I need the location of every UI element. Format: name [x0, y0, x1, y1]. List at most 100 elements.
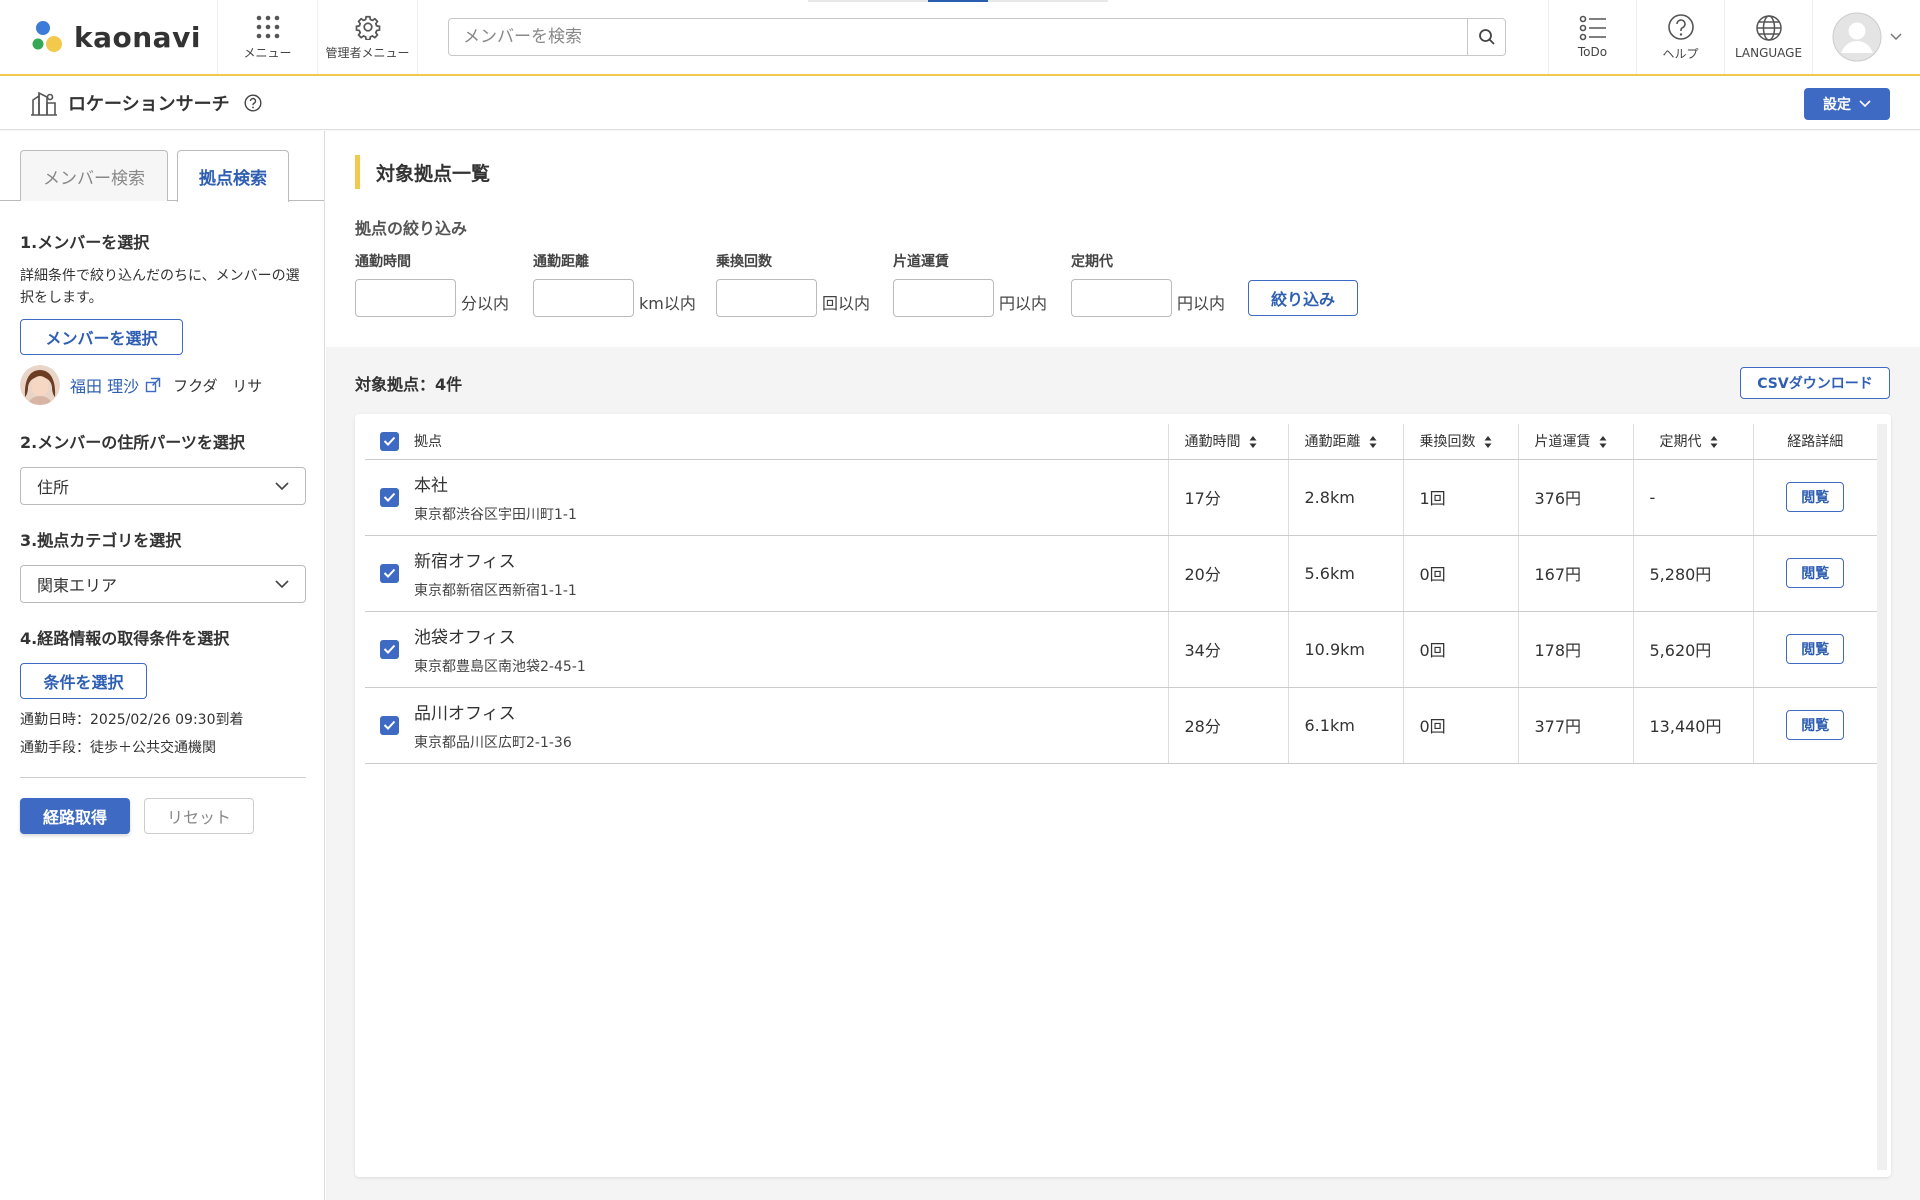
select-member-button[interactable]: メンバーを選択: [20, 319, 183, 355]
header-label: 経路詳細: [1787, 434, 1844, 451]
help-icon[interactable]: [244, 93, 262, 112]
table-row: 新宿オフィス 東京都新宿区西新宿1-1-1 20分 5.6km 0回 167円 …: [365, 535, 1877, 612]
cell-one-way-fare: 167円: [1517, 535, 1633, 612]
header-one-way-fare[interactable]: 片道運賃: [1517, 424, 1633, 460]
header-base: 拠点: [365, 424, 1168, 460]
check-icon: [383, 644, 396, 654]
row-checkbox[interactable]: [380, 715, 399, 735]
help-circle-icon: [1667, 13, 1694, 40]
brand-name: kaonavi: [74, 20, 201, 54]
filter-button[interactable]: 絞り込み: [1248, 280, 1358, 316]
chevron-down-icon: [1889, 33, 1902, 41]
header-right-nav: ToDo ヘルプ LANGUAGE: [1548, 0, 1920, 74]
cell-commuter-pass: 5,620円: [1632, 611, 1753, 688]
csv-download-button[interactable]: CSVダウンロード: [1740, 367, 1890, 399]
cell-transfers: 0回: [1402, 535, 1518, 612]
member-name-link[interactable]: 福田 理沙: [70, 373, 139, 397]
select-condition-button[interactable]: 条件を選択: [20, 663, 147, 699]
commuter-pass-input[interactable]: [1071, 279, 1172, 317]
help-label: ヘルプ: [1662, 46, 1699, 61]
sort-icon: [1369, 436, 1376, 449]
member-search-input[interactable]: [449, 19, 1467, 55]
base-name: 本社: [414, 475, 448, 496]
top-header: kaonavi メニュー 管理者メニュー メンバーを検索 ToDo ヘルプ LA…: [0, 0, 1920, 76]
cell-one-way-fare: 178円: [1517, 611, 1633, 688]
header-transfers[interactable]: 乗換回数: [1402, 424, 1518, 460]
commute-distance-input[interactable]: [533, 279, 634, 317]
check-icon: [383, 568, 396, 578]
cell-transfers: 0回: [1402, 687, 1518, 764]
external-link-icon[interactable]: [145, 377, 161, 393]
address-part-value: 住所: [37, 478, 70, 497]
tab-member-search[interactable]: メンバー検索: [20, 150, 168, 201]
header-commute-time[interactable]: 通勤時間: [1167, 424, 1288, 460]
transfers-input[interactable]: [716, 279, 817, 317]
step1-description: 詳細条件で絞り込んだのちに、メンバーの選択をします。: [20, 268, 300, 306]
base-address: 東京都渋谷区宇田川町1-1: [414, 506, 577, 523]
table-row: 本社 東京都渋谷区宇田川町1-1 17分 2.8km 1回 376円 - 閲覧: [365, 459, 1877, 536]
reset-button[interactable]: リセット: [144, 798, 254, 834]
user-menu[interactable]: [1812, 0, 1920, 74]
header-label: 通勤時間: [1184, 434, 1241, 451]
commute-time-input[interactable]: [355, 279, 456, 317]
row-checkbox[interactable]: [380, 487, 399, 507]
header-commuter-pass[interactable]: 定期代: [1632, 424, 1753, 460]
filter-commuter-pass: 定期代 円以内: [1071, 251, 1225, 317]
base-address: 東京都新宿区西新宿1-1-1: [414, 582, 577, 599]
view-route-button[interactable]: 閲覧: [1786, 634, 1845, 664]
section-title: 対象拠点一覧: [355, 155, 490, 189]
table-scrollbar[interactable]: [1877, 424, 1887, 1170]
filter-commute-distance: 通勤距離 km以内: [533, 251, 696, 317]
filter-unit: km以内: [639, 294, 696, 313]
get-route-button[interactable]: 経路取得: [20, 798, 130, 834]
logo[interactable]: kaonavi: [0, 0, 218, 74]
cell-commute-time: 34分: [1167, 611, 1288, 688]
one-way-fare-input[interactable]: [893, 279, 994, 317]
filter-label: 定期代: [1071, 254, 1113, 270]
menu-label: メニュー: [243, 45, 292, 60]
header-label: 片道運賃: [1534, 434, 1591, 451]
kaonavi-logo-icon: [32, 21, 62, 52]
view-route-button[interactable]: 閲覧: [1786, 710, 1845, 740]
step1-title: 1.メンバーを選択: [20, 233, 150, 252]
view-route-button[interactable]: 閲覧: [1786, 482, 1845, 512]
base-category-select[interactable]: 関東エリア: [20, 565, 306, 603]
todo-list-icon: [1579, 15, 1606, 41]
commute-method: 通勤手段：徒歩＋公共交通機関: [20, 740, 216, 756]
tab-base-search[interactable]: 拠点検索: [177, 150, 289, 202]
base-name: 品川オフィス: [414, 703, 516, 724]
step2-title: 2.メンバーの住所パーツを選択: [20, 433, 245, 452]
base-table-card: 拠点 通勤時間 通勤距離 乗換回数 片道運賃 定期代 経路詳細 本社 東京都渋谷…: [355, 414, 1891, 1177]
todo-button[interactable]: ToDo: [1548, 0, 1636, 74]
admin-menu-button[interactable]: 管理者メニュー: [318, 0, 418, 74]
filter-one-way-fare: 片道運賃 円以内: [893, 251, 1047, 317]
settings-button[interactable]: 設定: [1804, 88, 1890, 120]
header-commute-distance[interactable]: 通勤距離: [1287, 424, 1403, 460]
base-address: 東京都豊島区南池袋2-45-1: [414, 658, 586, 675]
filter-unit: 円以内: [1177, 294, 1226, 313]
cell-transfers: 0回: [1402, 611, 1518, 688]
search-button[interactable]: [1467, 19, 1505, 55]
help-button[interactable]: ヘルプ: [1636, 0, 1724, 74]
page-title: ロケーションサーチ: [68, 93, 230, 115]
row-checkbox[interactable]: [380, 639, 399, 659]
sort-icon: [1710, 436, 1717, 449]
search-tabs: メンバー検索 拠点検索: [0, 131, 324, 202]
step4-title: 4.経路情報の取得条件を選択: [20, 629, 230, 648]
search-icon: [1478, 29, 1495, 45]
selected-member: 福田 理沙 フクダ リサ: [20, 365, 304, 405]
language-button[interactable]: LANGUAGE: [1724, 0, 1812, 74]
row-checkbox[interactable]: [380, 563, 399, 583]
cell-commute-time: 17分: [1167, 459, 1288, 536]
filter-label: 片道運賃: [893, 254, 949, 270]
divider: [20, 777, 306, 778]
sort-icon: [1249, 436, 1256, 449]
header-label: 定期代: [1659, 434, 1702, 451]
select-all-checkbox[interactable]: [380, 431, 399, 451]
address-part-select[interactable]: 住所: [20, 467, 306, 505]
menu-button[interactable]: メニュー: [218, 0, 318, 74]
view-route-button[interactable]: 閲覧: [1786, 558, 1845, 588]
check-icon: [383, 720, 396, 730]
base-name: 新宿オフィス: [414, 551, 516, 572]
grid-icon: [256, 15, 279, 38]
